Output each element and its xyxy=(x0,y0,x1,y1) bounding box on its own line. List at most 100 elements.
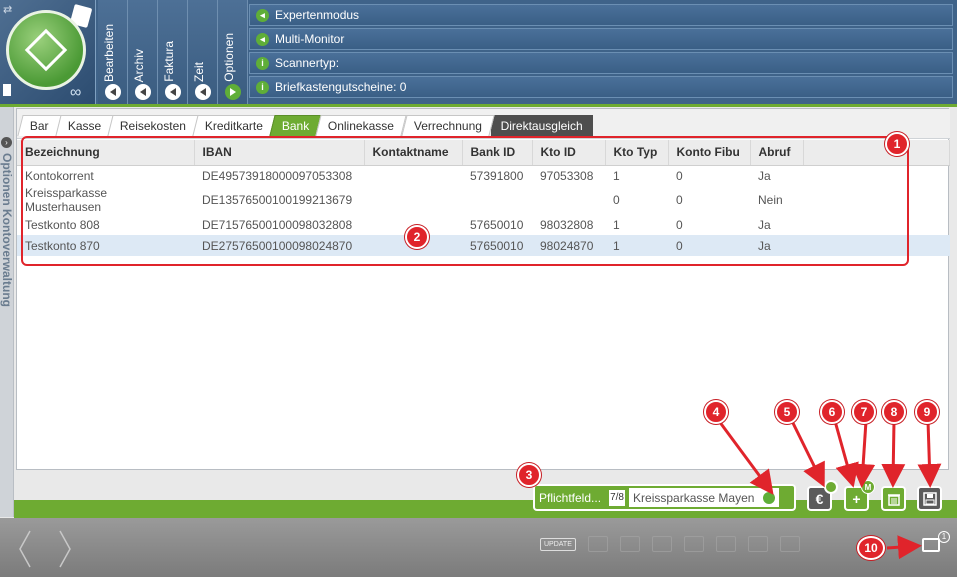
table-cell: Kreissparkasse Musterhausen xyxy=(25,186,108,214)
menu-item-briefkastengutscheine[interactable]: i Briefkastengutscheine: 0 xyxy=(249,76,953,98)
update-button[interactable]: UPDATE xyxy=(540,537,576,551)
menu-item-label: Multi-Monitor xyxy=(275,32,345,46)
tab-kreditkarte[interactable]: Kreditkarte xyxy=(192,115,276,136)
app-logo[interactable]: ⇄ ∞ xyxy=(0,0,96,104)
table-cell: 97053308 xyxy=(540,168,594,183)
nav-back-icon[interactable] xyxy=(18,530,32,568)
delete-button[interactable] xyxy=(881,486,906,511)
arrow-icon: ◂ xyxy=(256,32,269,46)
vertical-tab-strip: Bearbeiten Archiv Faktura Zeit Optionen xyxy=(98,0,248,104)
mandatory-field-value[interactable]: Kreissparkasse Mayen xyxy=(629,488,780,507)
vtab-zeit[interactable]: Zeit xyxy=(188,0,218,104)
tab-label: Onlinekasse xyxy=(328,119,395,133)
column-header[interactable]: Kto ID xyxy=(532,140,606,166)
page-icon[interactable] xyxy=(3,84,11,96)
column-header[interactable]: IBAN xyxy=(194,140,365,166)
table-cell: DE49573918000097053308 xyxy=(202,168,353,183)
floppy-icon xyxy=(922,491,937,506)
column-header[interactable]: Konto Fibu xyxy=(668,140,751,166)
menu-item-scannertyp[interactable]: i Scannertyp: xyxy=(249,52,953,74)
calendar-icon[interactable] xyxy=(747,536,768,552)
tab-bank[interactable]: Bank xyxy=(269,115,323,136)
menu-item-multi-monitor[interactable]: ◂ Multi-Monitor xyxy=(249,28,953,50)
table-cell xyxy=(532,186,605,214)
arrow-left-icon[interactable] xyxy=(165,84,181,100)
column-header[interactable]: Bezeichnung xyxy=(17,140,195,166)
table-row[interactable]: Kontokorrent DE49573918000097053308 5739… xyxy=(17,165,950,186)
tab-reisekosten[interactable]: Reisekosten xyxy=(107,115,199,136)
vtab-optionen[interactable]: Optionen xyxy=(218,0,248,104)
expand-icon[interactable]: ⇄ xyxy=(3,3,19,17)
table-row[interactable]: Kreissparkasse Musterhausen DE1357650010… xyxy=(17,186,950,214)
tab-label: Bar xyxy=(29,119,49,133)
eye-icon[interactable] xyxy=(619,536,640,552)
vtab-faktura[interactable]: Faktura xyxy=(158,0,188,104)
info-icon: i xyxy=(256,80,269,94)
table-row-selected[interactable]: Testkonto 870 DE27576500100098024870 576… xyxy=(17,235,950,256)
table-cell: Testkonto 870 xyxy=(17,235,194,256)
tab-label: Kasse xyxy=(67,119,101,133)
tab-verrechnung[interactable]: Verrechnung xyxy=(400,115,495,136)
arrow-left-icon[interactable] xyxy=(195,84,211,100)
table-cell: Testkonto 808 xyxy=(25,217,100,232)
table-cell: DE27576500100098024870 xyxy=(194,235,364,256)
table-cell: Ja xyxy=(750,235,803,256)
mail-icon[interactable] xyxy=(922,538,940,552)
logo-circle xyxy=(6,10,86,90)
bank-accounts-table: Bezeichnung IBAN Kontaktname Bank ID Kto… xyxy=(17,140,950,256)
main-panel: Bar Kasse Reisekosten Kreditkarte Bank O… xyxy=(16,108,950,470)
tab-kasse[interactable]: Kasse xyxy=(55,115,114,136)
window-icon[interactable] xyxy=(683,536,704,552)
tab-bar-cash[interactable]: Bar xyxy=(17,115,62,136)
vtab-label: Archiv xyxy=(132,48,146,82)
menu-item-expertenmodus[interactable]: ◂ Expertenmodus xyxy=(249,4,953,26)
callout-marker-3: 3 xyxy=(517,463,541,487)
nav-forward-icon[interactable] xyxy=(58,530,72,568)
vtab-bearbeiten[interactable]: Bearbeiten xyxy=(98,0,128,104)
table-cell: DE13576500100199213679 xyxy=(202,193,353,207)
idea-icon[interactable] xyxy=(651,536,672,552)
vtab-label: Zeit xyxy=(192,61,206,82)
document-list-icon[interactable] xyxy=(715,536,736,552)
play-icon[interactable] xyxy=(587,536,608,552)
table-cell: 98024870 xyxy=(532,235,605,256)
arrow-left-icon[interactable] xyxy=(105,84,121,100)
table-cell: 57391800 xyxy=(470,168,524,183)
tab-bar: Bar Kasse Reisekosten Kreditkarte Bank O… xyxy=(17,109,950,139)
callout-marker-5: 5 xyxy=(775,400,799,424)
tab-direktausgleich[interactable]: Direktausgleich xyxy=(490,115,593,136)
mandatory-field-box[interactable]: Pflichtfeld... 7/8 Kreissparkasse Mayen xyxy=(533,484,796,511)
info-icon: i xyxy=(256,56,269,70)
chevron-right-icon[interactable]: › xyxy=(1,137,12,148)
table-cell xyxy=(803,186,950,214)
camera-icon[interactable] xyxy=(779,536,800,552)
column-header[interactable]: Bank ID xyxy=(462,140,533,166)
column-header-filler xyxy=(803,140,950,166)
callout-marker-10: 10 xyxy=(857,536,885,560)
table-cell: DE71576500100098032808 xyxy=(202,217,353,232)
callout-marker-2: 2 xyxy=(405,225,429,249)
arrow-left-icon[interactable] xyxy=(135,84,151,100)
vtab-archiv[interactable]: Archiv xyxy=(128,0,158,104)
save-button[interactable] xyxy=(917,486,942,511)
tab-label: Reisekosten xyxy=(119,119,186,133)
table-cell xyxy=(364,165,462,186)
table-cell: 0 xyxy=(668,235,750,256)
column-header[interactable]: Kontaktname xyxy=(364,140,463,166)
go-arrow-icon[interactable] xyxy=(763,491,776,504)
table-row[interactable]: Testkonto 808 DE71576500100098032808 576… xyxy=(17,214,950,235)
table-cell: 0 xyxy=(676,168,683,183)
mandatory-value-text: Kreissparkasse Mayen xyxy=(633,490,755,505)
column-header[interactable]: Kto Typ xyxy=(605,140,669,166)
arrow-right-icon[interactable] xyxy=(225,84,241,100)
add-button[interactable]: + M xyxy=(844,480,875,511)
side-panel-toggle[interactable]: › Optionen Kontoverwaltung xyxy=(0,107,14,517)
top-header: ⇄ ∞ Bearbeiten Archiv Faktura Zeit Optio… xyxy=(0,0,957,106)
column-header[interactable]: Abruf xyxy=(750,140,804,166)
callout-marker-8: 8 xyxy=(882,400,906,424)
table-cell: 0 xyxy=(676,193,683,207)
tab-label: Kreditkarte xyxy=(204,119,264,133)
tab-onlinekasse[interactable]: Onlinekasse xyxy=(315,115,408,136)
mail-count-badge: 1 xyxy=(938,531,950,543)
currency-button[interactable]: € xyxy=(807,480,838,511)
